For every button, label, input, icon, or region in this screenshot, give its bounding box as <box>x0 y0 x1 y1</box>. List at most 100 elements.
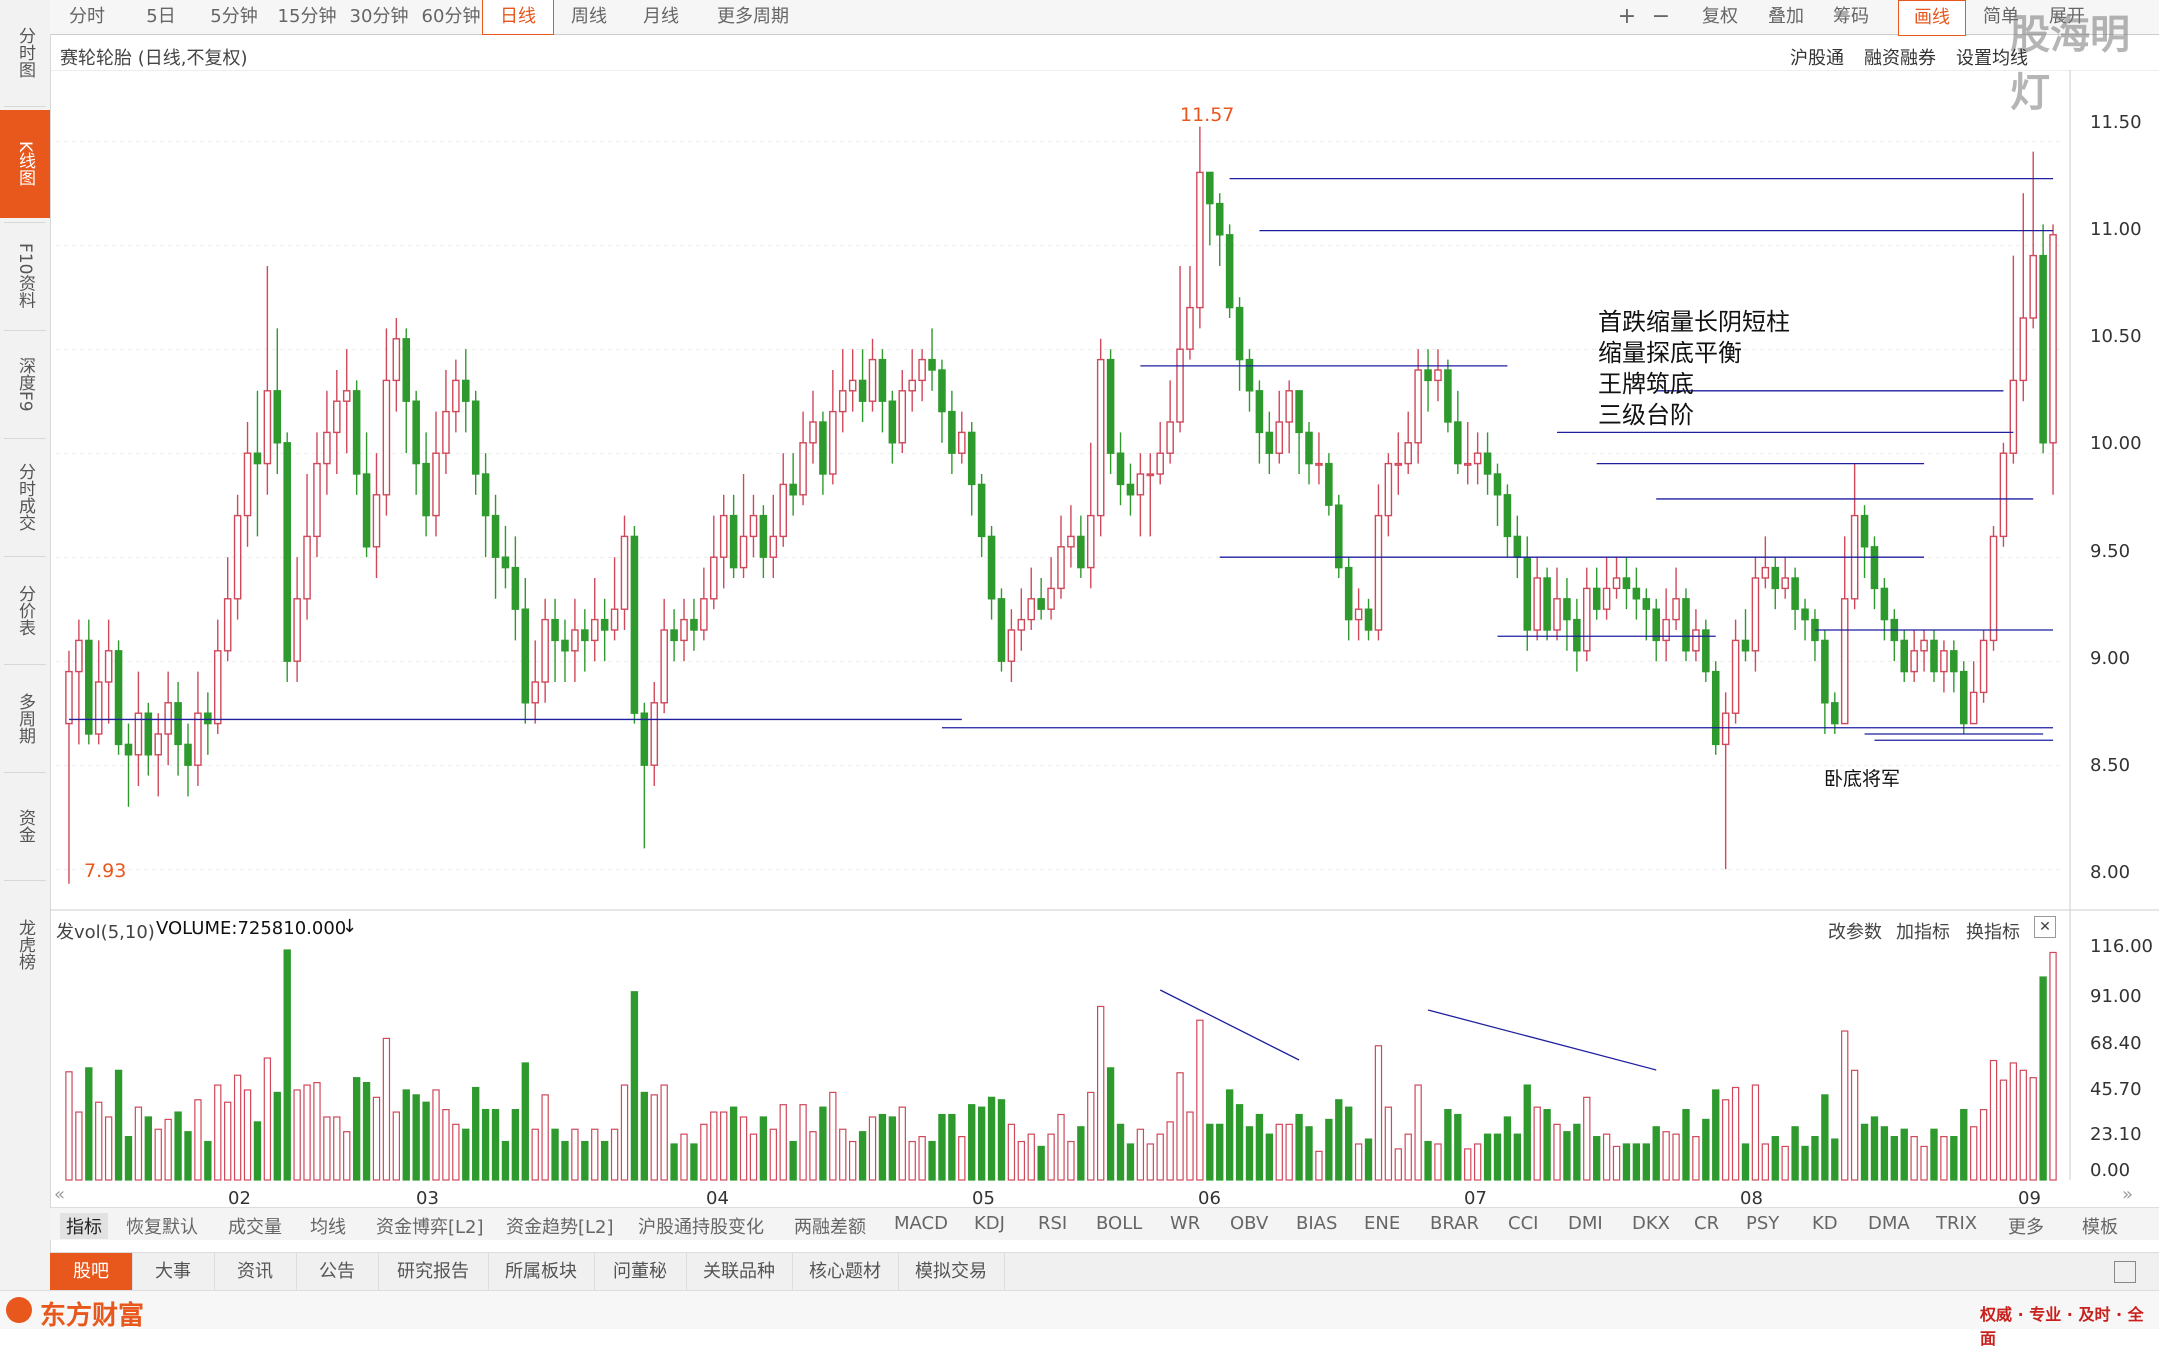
ind-tab-volume[interactable]: 成交量 <box>228 1213 282 1239</box>
period-15min[interactable]: 15分钟 <box>272 0 342 34</box>
ind-tab-margin-diff[interactable]: 两融差额 <box>794 1213 866 1239</box>
btab-news[interactable]: 资讯 <box>214 1253 297 1291</box>
ind-tab-ma[interactable]: 均线 <box>310 1213 346 1239</box>
zoom-in-button[interactable]: + <box>1612 0 1642 34</box>
candle-body <box>1354 608 1363 621</box>
volume-bar <box>561 1140 569 1181</box>
popout-icon[interactable] <box>2114 1261 2136 1283</box>
kline-chart[interactable] <box>50 70 2159 1207</box>
close-icon[interactable]: ✕ <box>2034 916 2056 938</box>
volume-bar <box>571 1128 579 1181</box>
volume-bar <box>263 1057 272 1181</box>
volume-bar <box>829 1091 837 1181</box>
btab-announcements[interactable]: 公告 <box>296 1253 379 1291</box>
btab-guba[interactable]: 股吧 <box>50 1253 133 1291</box>
ind-tab-boll[interactable]: BOLL <box>1096 1213 1142 1234</box>
nav-item-funds[interactable]: 资金 <box>0 776 50 876</box>
ind-tab-brar[interactable]: BRAR <box>1430 1213 1479 1234</box>
ind-tab-macd[interactable]: MACD <box>894 1213 948 1234</box>
edit-params-link[interactable]: 改参数 <box>1828 918 1882 944</box>
switch-indicator-link[interactable]: 换指标 <box>1966 918 2020 944</box>
period-fenshi[interactable]: 分时 <box>52 0 122 34</box>
volume-bar <box>1384 1106 1393 1181</box>
period-daily[interactable]: 日线 <box>482 0 554 35</box>
ind-tab-rsi[interactable]: RSI <box>1038 1213 1067 1234</box>
nav-item-dragon-tiger[interactable]: 龙虎榜 <box>0 884 50 1004</box>
nav-item-f9[interactable]: 深度F9 <box>0 334 50 434</box>
period-more[interactable]: 更多周期 <box>700 0 806 34</box>
btab-core-themes[interactable]: 核心题材 <box>792 1253 899 1291</box>
ind-tab-more[interactable]: 更多 <box>2008 1213 2044 1239</box>
candle-body <box>382 379 391 496</box>
candle-body <box>1622 577 1631 590</box>
nav-item-trades[interactable]: 分时成交 <box>0 442 50 552</box>
zoom-out-button[interactable]: − <box>1646 0 1676 34</box>
btab-sector[interactable]: 所属板块 <box>488 1253 595 1291</box>
scroll-right-icon[interactable]: » <box>2122 1184 2133 1205</box>
btab-events[interactable]: 大事 <box>132 1253 215 1291</box>
ind-tab-dma[interactable]: DMA <box>1868 1213 1910 1234</box>
add-indicator-link[interactable]: 加指标 <box>1896 918 1950 944</box>
ind-tab-kdj[interactable]: KDJ <box>974 1213 1005 1234</box>
volume-bar <box>233 1074 242 1181</box>
btab-related[interactable]: 关联品种 <box>686 1253 793 1291</box>
link-margin[interactable]: 融资融券 <box>1864 44 1936 70</box>
ind-tab-fund-game[interactable]: 资金博弈[L2] <box>376 1213 484 1239</box>
ind-tab-cr[interactable]: CR <box>1694 1213 1719 1234</box>
ind-tab-hgt-holding[interactable]: 沪股通持股变化 <box>638 1213 764 1239</box>
ind-tab-ene[interactable]: ENE <box>1364 1213 1400 1234</box>
scroll-left-icon[interactable]: « <box>54 1184 65 1205</box>
overlay-button[interactable]: 叠加 <box>1756 0 1816 34</box>
brand-name: 东方财富 <box>40 1301 145 1331</box>
volume-bar <box>1493 1133 1502 1181</box>
ind-tab-fund-trend[interactable]: 资金趋势[L2] <box>506 1213 614 1239</box>
ind-tab-wr[interactable]: WR <box>1170 1213 1200 1234</box>
link-ma-settings[interactable]: 设置均线 <box>1956 44 2028 70</box>
ind-tab-bias[interactable]: BIAS <box>1296 1213 1337 1234</box>
candle-body <box>442 410 450 454</box>
volume-tick: 23.10 <box>2090 1124 2142 1145</box>
nav-item-f10[interactable]: F10资料 <box>0 226 50 326</box>
ind-tab-dkx[interactable]: DKX <box>1632 1213 1670 1234</box>
period-30min[interactable]: 30分钟 <box>344 0 414 34</box>
period-5day[interactable]: 5日 <box>126 0 196 34</box>
ind-tab-obv[interactable]: OBV <box>1230 1213 1268 1234</box>
candle-body <box>660 629 668 704</box>
volume-bar <box>819 1106 827 1181</box>
candle-body <box>1959 670 1968 725</box>
btab-research[interactable]: 研究报告 <box>378 1253 489 1291</box>
candle-body <box>501 556 510 569</box>
candle-body <box>1225 234 1234 309</box>
period-60min[interactable]: 60分钟 <box>416 0 486 34</box>
down-arrow-icon: ↓ <box>342 916 358 937</box>
candle-body <box>1771 566 1780 590</box>
nav-item-kline[interactable]: K线图 <box>0 110 50 218</box>
adjust-button[interactable]: 复权 <box>1690 0 1750 34</box>
nav-item-price-table[interactable]: 分价表 <box>0 560 50 660</box>
btab-sim-trade[interactable]: 模拟交易 <box>898 1253 1005 1291</box>
ind-tab-kd[interactable]: KD <box>1812 1213 1838 1234</box>
btab-ask-board[interactable]: 问董秘 <box>594 1253 687 1291</box>
ind-tab-dmi[interactable]: DMI <box>1568 1213 1603 1234</box>
ind-tab-cci[interactable]: CCI <box>1508 1213 1538 1234</box>
ind-tab-indicators[interactable]: 指标 <box>60 1213 108 1239</box>
volume-bar <box>243 1089 252 1181</box>
ind-tab-template[interactable]: 模板 <box>2082 1213 2118 1239</box>
period-weekly[interactable]: 周线 <box>554 0 624 34</box>
nav-item-multi-period[interactable]: 多周期 <box>0 668 50 768</box>
draw-line-button[interactable]: 画线 <box>1898 0 1966 36</box>
period-5min[interactable]: 5分钟 <box>198 0 270 34</box>
chips-button[interactable]: 筹码 <box>1822 0 1880 34</box>
link-hgt[interactable]: 沪股通 <box>1790 44 1844 70</box>
volume-bar <box>273 1091 281 1181</box>
ind-tab-trix[interactable]: TRIX <box>1936 1213 1977 1234</box>
note-line-1: 首跌缩量长阴短柱 <box>1598 308 1790 336</box>
ind-tab-restore[interactable]: 恢复默认 <box>126 1213 198 1239</box>
period-monthly[interactable]: 月线 <box>626 0 696 34</box>
ind-tab-psy[interactable]: PSY <box>1746 1213 1779 1234</box>
nav-item-fenshi[interactable]: 分时图 <box>0 2 50 102</box>
volume-bar <box>1335 1099 1343 1181</box>
price-tick: 9.50 <box>2090 541 2131 562</box>
volume-bar <box>2039 976 2047 1181</box>
candle-body <box>1424 369 1432 382</box>
